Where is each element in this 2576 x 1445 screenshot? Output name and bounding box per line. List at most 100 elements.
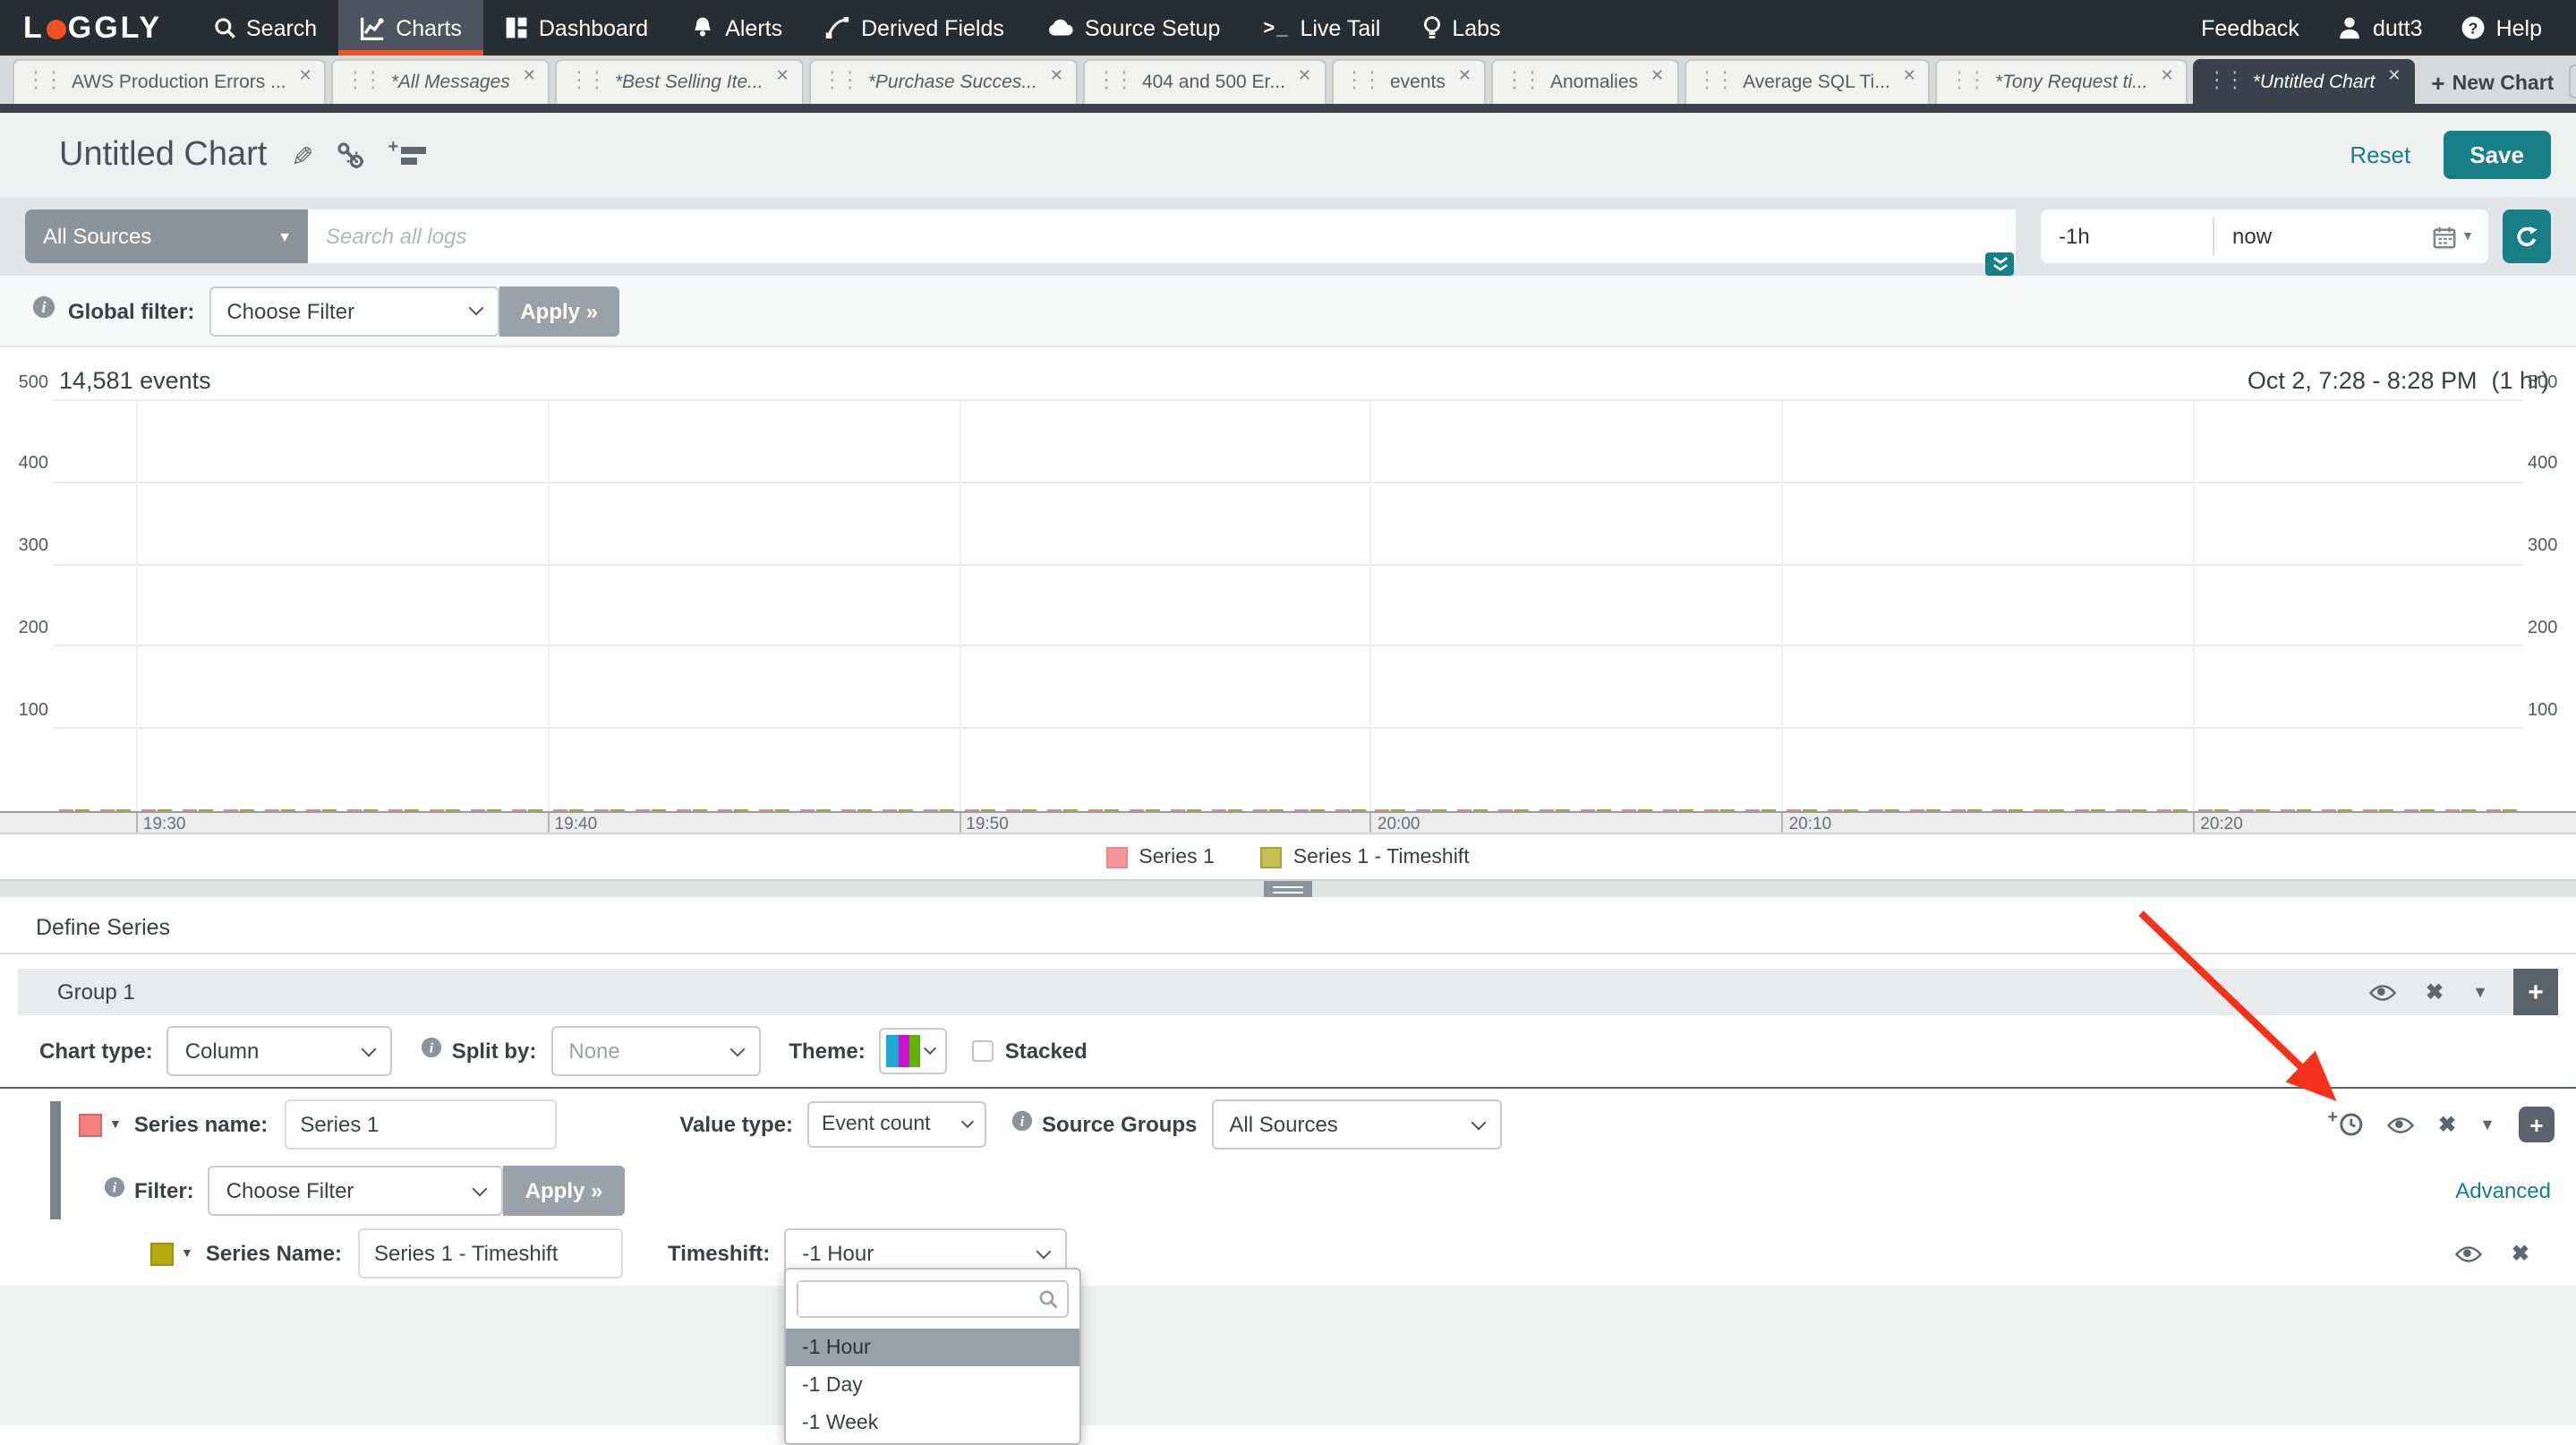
chart-tab[interactable]: ⋮⋮*Purchase Succes...✕ — [809, 59, 1078, 104]
timeshift-option[interactable]: -1 Hour — [786, 1329, 1079, 1366]
tab-close-icon[interactable]: ✕ — [1458, 61, 1471, 86]
y-axis-tick-label: 100 — [2, 700, 48, 720]
stacked-label: Stacked — [1005, 1039, 1088, 1064]
edit-title-icon[interactable]: ✎ — [286, 143, 318, 166]
nav-item-labs[interactable]: Labs — [1402, 0, 1522, 56]
dropdown-search-input[interactable] — [798, 1282, 1038, 1316]
chart-tab-active[interactable]: ⋮⋮*Untitled Chart✕ — [2194, 59, 2416, 104]
expand-search-icon[interactable] — [1985, 252, 2014, 276]
add-group-button[interactable]: + — [2513, 969, 2558, 1015]
nav-item-charts[interactable]: Charts — [338, 0, 483, 56]
nav-item-live-tail[interactable]: >_Live Tail — [1241, 0, 1402, 56]
tab-close-icon[interactable]: ✕ — [1050, 61, 1063, 86]
nav-item-search[interactable]: Search — [191, 0, 338, 56]
chart-title-row: Untitled Chart ✎ + Reset Save — [0, 113, 2576, 197]
chart-tab[interactable]: ⋮⋮*Best Selling Ite...✕ — [556, 59, 804, 104]
value-type-select[interactable]: Event count — [807, 1101, 986, 1148]
filter-apply-button[interactable]: Apply » — [504, 1166, 625, 1216]
group-visibility-eye-icon[interactable] — [2368, 982, 2397, 1002]
legend-item[interactable]: Series 1 — [1106, 846, 1214, 868]
nav-item-feedback[interactable]: Feedback — [2181, 0, 2319, 56]
tab-close-icon[interactable]: ✕ — [1651, 61, 1664, 86]
series-name-input[interactable] — [284, 1099, 556, 1150]
nav-item-dutt3[interactable]: dutt3 — [2319, 0, 2443, 56]
group-collapse-icon[interactable]: ▼ — [2472, 983, 2488, 1001]
timeshift-series-name-input[interactable] — [358, 1228, 623, 1278]
source-group-dropdown[interactable]: All Sources ▼ — [25, 209, 308, 263]
nav-item-source-setup[interactable]: Source Setup — [1026, 0, 1242, 56]
tab-close-icon[interactable]: ✕ — [523, 61, 536, 86]
nav-item-alerts[interactable]: Alerts — [670, 0, 804, 56]
series-collapse-icon[interactable]: ▼ — [2479, 1116, 2495, 1133]
loggly-logo[interactable]: LGGLY — [23, 0, 162, 56]
legend-swatch — [1261, 846, 1283, 868]
nav-item-help[interactable]: ?Help — [2443, 0, 2562, 56]
tab-close-icon[interactable]: ✕ — [776, 61, 789, 86]
reset-button[interactable]: Reset — [2350, 141, 2410, 168]
timeshift-color-swatch[interactable] — [150, 1242, 174, 1265]
tab-close-icon[interactable]: ✕ — [2161, 61, 2174, 86]
timeshift-delete-icon[interactable]: ✖ — [2512, 1241, 2529, 1266]
user-icon — [2339, 16, 2362, 39]
tab-close-icon[interactable]: ✕ — [2387, 61, 2401, 86]
add-to-dashboard-icon[interactable]: + — [388, 145, 426, 165]
source-groups-label: Source Groups — [1042, 1112, 1197, 1137]
theme-select[interactable] — [880, 1028, 948, 1074]
terminal-icon: >_ — [1263, 17, 1289, 38]
timeshift-option[interactable]: -1 Day — [786, 1366, 1079, 1404]
advanced-link[interactable]: Advanced — [2455, 1178, 2551, 1203]
time-from-input[interactable] — [2041, 224, 2213, 249]
x-axis-strip: 19:3019:4019:5020:0020:1020:20 — [0, 811, 2576, 834]
tab-close-icon[interactable]: ✕ — [1298, 61, 1311, 86]
chart-resize-handle[interactable] — [1264, 881, 1312, 897]
calendar-picker[interactable]: ▼ — [2433, 225, 2488, 248]
chart-tab[interactable]: ⋮⋮AWS Production Errors ...✕ — [13, 59, 327, 104]
search-icon — [1038, 1289, 1058, 1309]
chart-tab[interactable]: ⋮⋮404 and 500 Er...✕ — [1083, 59, 1326, 104]
resize-strip — [0, 879, 2576, 897]
chart-time-range: Oct 2, 7:28 - 8:28 PM(1 hr) — [2248, 367, 2549, 394]
legend-item[interactable]: Series 1 - Timeshift — [1261, 846, 1470, 868]
timeshift-option[interactable]: -1 Week — [786, 1404, 1079, 1441]
series-visibility-eye-icon[interactable] — [2386, 1115, 2415, 1134]
add-series-button[interactable]: + — [2519, 1107, 2555, 1142]
global-filter-select[interactable]: Choose Filter — [209, 286, 499, 336]
tab-close-icon[interactable]: ✕ — [1903, 61, 1916, 86]
stacked-checkbox[interactable] — [973, 1040, 994, 1062]
tab-grip-icon: ⋮⋮ — [346, 72, 382, 94]
refresh-search-button[interactable] — [2503, 209, 2551, 263]
nav-item-derived-fields[interactable]: Derived Fields — [804, 0, 1026, 56]
time-to-input[interactable] — [2214, 224, 2386, 249]
chart-tab[interactable]: ⋮⋮*Tony Request ti...✕ — [1936, 59, 2188, 104]
split-by-select[interactable]: None — [550, 1026, 760, 1076]
save-button[interactable]: Save — [2443, 131, 2551, 179]
series-delete-icon[interactable]: ✖ — [2438, 1112, 2456, 1137]
tab-close-icon[interactable]: ✕ — [299, 61, 312, 86]
series-name-label: Series name: — [134, 1112, 268, 1137]
group-delete-icon[interactable]: ✖ — [2426, 979, 2444, 1005]
filter-select[interactable]: Choose Filter — [209, 1166, 504, 1216]
series1-color-swatch[interactable] — [79, 1113, 102, 1136]
chart-type-select[interactable]: Column — [167, 1026, 393, 1076]
chart-tab[interactable]: ⋮⋮events✕ — [1331, 59, 1486, 104]
chart-tools-icon[interactable] — [337, 141, 365, 169]
timeshift-visibility-eye-icon[interactable] — [2454, 1244, 2483, 1263]
chart-tab[interactable]: ⋮⋮*All Messages✕ — [332, 59, 550, 104]
global-filter-apply-button[interactable]: Apply » — [499, 286, 619, 336]
series-source-groups-select[interactable]: All Sources — [1211, 1099, 1501, 1150]
group-title: Group 1 — [57, 979, 135, 1005]
new-chart-button[interactable]: +New Chart — [2431, 70, 2554, 97]
logo-o-dot — [47, 19, 66, 38]
info-icon: i — [422, 1035, 443, 1067]
timeshift-label: Timeshift: — [668, 1241, 770, 1266]
cloud-icon — [1047, 18, 1074, 38]
chart-tab[interactable]: ⋮⋮Average SQL Ti...✕ — [1684, 59, 1931, 104]
search-input[interactable] — [308, 209, 2016, 263]
chart-tab[interactable]: ⋮⋮Anomalies✕ — [1491, 59, 1678, 104]
legend-swatch — [1106, 846, 1128, 868]
nav-item-dashboard[interactable]: Dashboard — [483, 0, 670, 56]
info-icon: i — [1011, 1108, 1033, 1141]
svg-text:i: i — [1020, 1113, 1025, 1130]
add-timeshift-icon[interactable]: + — [2327, 1112, 2363, 1137]
tab-overflow-menu-button[interactable]: ⋮ — [2568, 64, 2576, 98]
